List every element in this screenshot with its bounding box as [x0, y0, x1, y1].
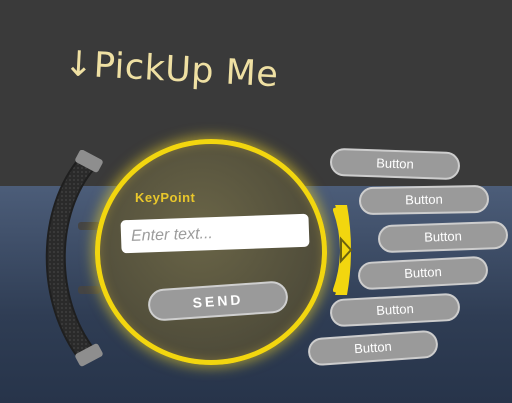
- menu-toggle-tab[interactable]: [333, 205, 355, 295]
- menu-button-1[interactable]: Button: [329, 147, 461, 181]
- menu-button-3[interactable]: Button: [377, 220, 509, 254]
- text-input-field[interactable]: Enter text...: [120, 213, 310, 254]
- panel-title: KeyPoint: [135, 190, 196, 205]
- menu-button-2[interactable]: Button: [358, 184, 490, 216]
- vr-scene: ↓PickUp Me KeyPoint Enter text... SEND B…: [0, 0, 512, 403]
